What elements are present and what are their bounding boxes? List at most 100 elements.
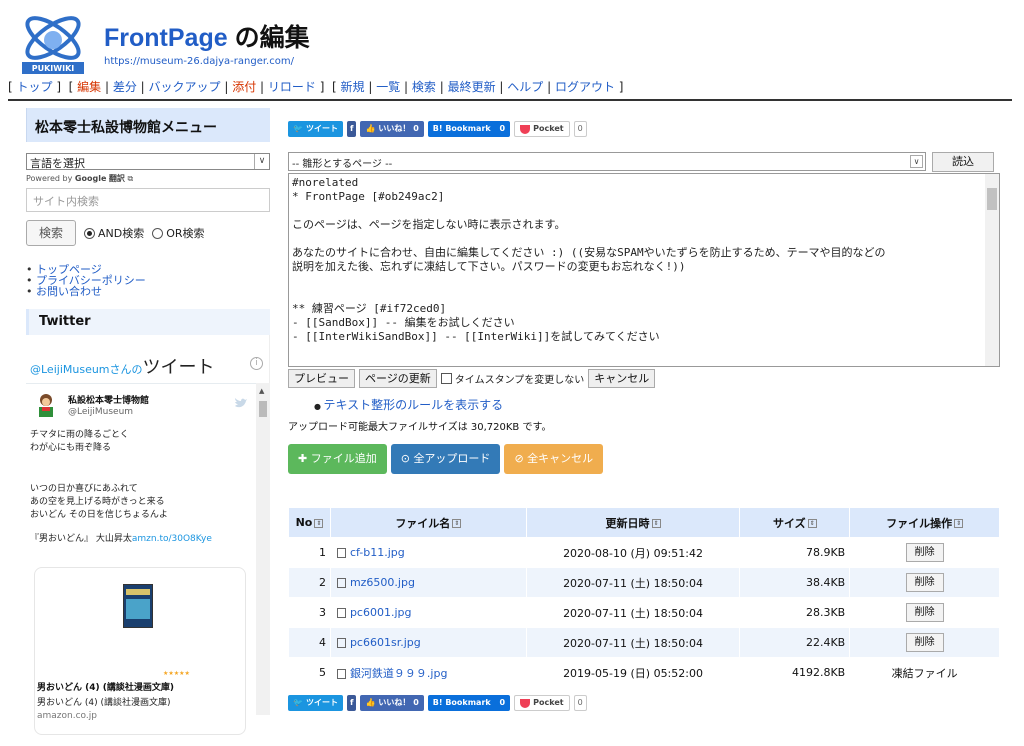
nav-logout[interactable]: ログアウト [555, 80, 615, 94]
row-filename[interactable]: 銀河鉄道９９９.jpg [329, 657, 527, 688]
language-select[interactable]: 言語を選択 ∨ [26, 153, 270, 170]
info-icon[interactable]: i [250, 357, 263, 370]
row-filename[interactable]: cf-b11.jpg [329, 537, 527, 568]
file-link[interactable]: 銀河鉄道９９９.jpg [350, 667, 448, 680]
hatena-bookmark-button[interactable]: B! Bookmark 0 [427, 121, 511, 137]
update-page-button[interactable]: ページの更新 [359, 369, 437, 388]
chevron-down-icon: ∨ [910, 155, 923, 168]
tweet-amazon-link[interactable]: amzn.to/30O8Kye [132, 534, 212, 544]
page-title: FrontPage の編集 [104, 18, 310, 54]
like-button[interactable]: 👍 いいね！ 0 [360, 121, 424, 137]
file-link[interactable]: pc6601sr.jpg [350, 636, 421, 649]
tweet-button[interactable]: 🐦 ツイート [288, 121, 343, 137]
editor-scrollbar[interactable] [985, 174, 999, 366]
upload-all-label: 全アップロード [413, 452, 491, 465]
sort-icon[interactable]: ⇕ [651, 519, 661, 528]
sort-icon[interactable]: ⇕ [954, 519, 964, 528]
nav-new[interactable]: 新規 [341, 80, 365, 94]
pocket-button[interactable]: Pocket [514, 695, 570, 711]
sort-icon[interactable]: ⇕ [807, 519, 817, 528]
nav-help[interactable]: ヘルプ [507, 80, 543, 94]
and-search-radio[interactable]: AND検索 [84, 225, 144, 241]
timeline-scrollbar[interactable]: ▲ [256, 383, 270, 715]
delete-button[interactable]: 削除 [905, 573, 944, 592]
timeline-title[interactable]: @LeijiMuseumさんのツイート [30, 353, 215, 379]
cancel-button[interactable]: キャンセル [588, 369, 656, 388]
scroll-up-icon[interactable]: ▲ [259, 387, 264, 395]
file-link[interactable]: cf-b11.jpg [350, 546, 405, 559]
nav-attach[interactable]: 添付 [232, 80, 256, 94]
preview-button[interactable]: プレビュー [288, 369, 355, 388]
row-no: 4 [288, 627, 331, 658]
scroll-thumb[interactable] [259, 401, 267, 417]
file-icon [336, 548, 346, 558]
pocket-button[interactable]: Pocket [514, 121, 570, 137]
nav-edit[interactable]: 編集 [77, 80, 101, 94]
editor-scroll-thumb[interactable] [987, 188, 997, 210]
nav-top[interactable]: トップ [17, 80, 53, 94]
pukiwiki-logo[interactable]: PUKIWIKI [20, 10, 86, 76]
col-operation[interactable]: ファイル操作 ⇕ [849, 507, 1000, 538]
facebook-share-button[interactable]: f [346, 695, 357, 711]
share-bar-bottom: 🐦 ツイート f 👍 いいね！ 0 B! Bookmark 0 Pocket 0 [288, 694, 587, 712]
sort-icon[interactable]: ⇕ [452, 519, 462, 528]
col-no[interactable]: No ⇕ [288, 507, 331, 538]
row-date: 2020-07-11 (土) 18:50:04 [525, 597, 741, 628]
link-contact[interactable]: お問い合わせ [36, 285, 102, 298]
tweet-author-name[interactable]: 私設松本零士博物館 [68, 393, 149, 406]
like-label: いいね！ 0 [378, 124, 419, 133]
nav-search[interactable]: 検索 [412, 80, 436, 94]
tweet-button[interactable]: 🐦 ツイート [288, 695, 343, 711]
twitter-section-title: Twitter [26, 309, 270, 335]
chevron-down-icon: ∨ [254, 154, 269, 169]
tweet-author-handle[interactable]: @LeijiMuseum [68, 407, 133, 417]
col-filename[interactable]: ファイル名 ⇕ [329, 507, 527, 538]
editor-content: #norelated * FrontPage [#ob249ac2] このページ… [292, 176, 886, 343]
row-filename[interactable]: pc6001.jpg [329, 597, 527, 628]
delete-button[interactable]: 削除 [905, 543, 944, 562]
row-no: 1 [288, 537, 331, 568]
file-link[interactable]: mz6500.jpg [350, 576, 415, 589]
template-page-select[interactable]: -- 雛形とするページ -- ∨ [288, 152, 926, 171]
row-date: 2019-05-19 (日) 05:52:00 [525, 657, 741, 688]
nav-reload[interactable]: リロード [268, 80, 316, 94]
twitter-bird-icon: 🐦 [293, 124, 303, 133]
col-date[interactable]: 更新日時 ⇕ [525, 507, 741, 538]
add-file-button[interactable]: ✚ ファイル追加 [288, 444, 387, 474]
site-search-input[interactable]: サイト内検索 [26, 188, 270, 212]
page-editor-textarea[interactable]: #norelated * FrontPage [#ob249ac2] このページ… [288, 173, 1000, 367]
cancel-all-button[interactable]: ⊘ 全キャンセル [504, 444, 604, 474]
tweet-source-text: 『男おいどん』 大山昇太 [30, 534, 132, 544]
col-size[interactable]: サイズ ⇕ [739, 507, 851, 538]
nav-recent[interactable]: 最終更新 [448, 80, 496, 94]
delete-button[interactable]: 削除 [905, 603, 944, 622]
upload-all-button[interactable]: ⊙ 全アップロード [390, 444, 501, 474]
site-url[interactable]: https://museum-26.dajya-ranger.com/ [104, 56, 294, 67]
hatena-bookmark-button[interactable]: B! Bookmark 0 [427, 695, 511, 711]
tweet-link-card[interactable]: ★★★★★ 男おいどん (4) (講談社漫画文庫) 男おいどん (4) (講談社… [34, 567, 246, 735]
row-filename[interactable]: pc6601sr.jpg [329, 627, 527, 658]
twitter-bird-icon[interactable] [234, 397, 248, 409]
formatting-rules-link[interactable]: テキスト整形のルールを表示する [314, 396, 504, 413]
delete-button[interactable]: 削除 [905, 633, 944, 652]
or-search-radio[interactable]: OR検索 [152, 225, 205, 241]
avatar[interactable] [36, 393, 56, 417]
nav-list[interactable]: 一覧 [376, 80, 400, 94]
load-template-button[interactable]: 読込 [932, 152, 994, 172]
nav-diff[interactable]: 差分 [113, 80, 137, 94]
translate-link[interactable]: 翻訳 [109, 174, 125, 183]
like-button[interactable]: 👍 いいね！ 0 [360, 695, 424, 711]
nav-backup[interactable]: バックアップ [149, 80, 221, 94]
facebook-share-button[interactable]: f [346, 121, 357, 137]
pocket-count: 0 [573, 695, 587, 711]
sort-icon[interactable]: ⇕ [314, 518, 324, 528]
keep-timestamp-checkbox[interactable]: タイムスタンプを変更しない [440, 371, 584, 386]
row-filename[interactable]: mz6500.jpg [329, 567, 527, 598]
card-source: amazon.co.jp [37, 711, 97, 721]
hatena-count: 0 [499, 698, 506, 707]
search-button[interactable]: 検索 [26, 220, 76, 246]
file-link[interactable]: pc6001.jpg [350, 606, 412, 619]
book-cover-image [123, 584, 153, 628]
twitter-timeline: @LeijiMuseumさんのツイート i 私設松本零士博物館 @LeijiMu… [26, 335, 270, 735]
frozen-file-label: 凍結ファイル [849, 657, 1000, 688]
